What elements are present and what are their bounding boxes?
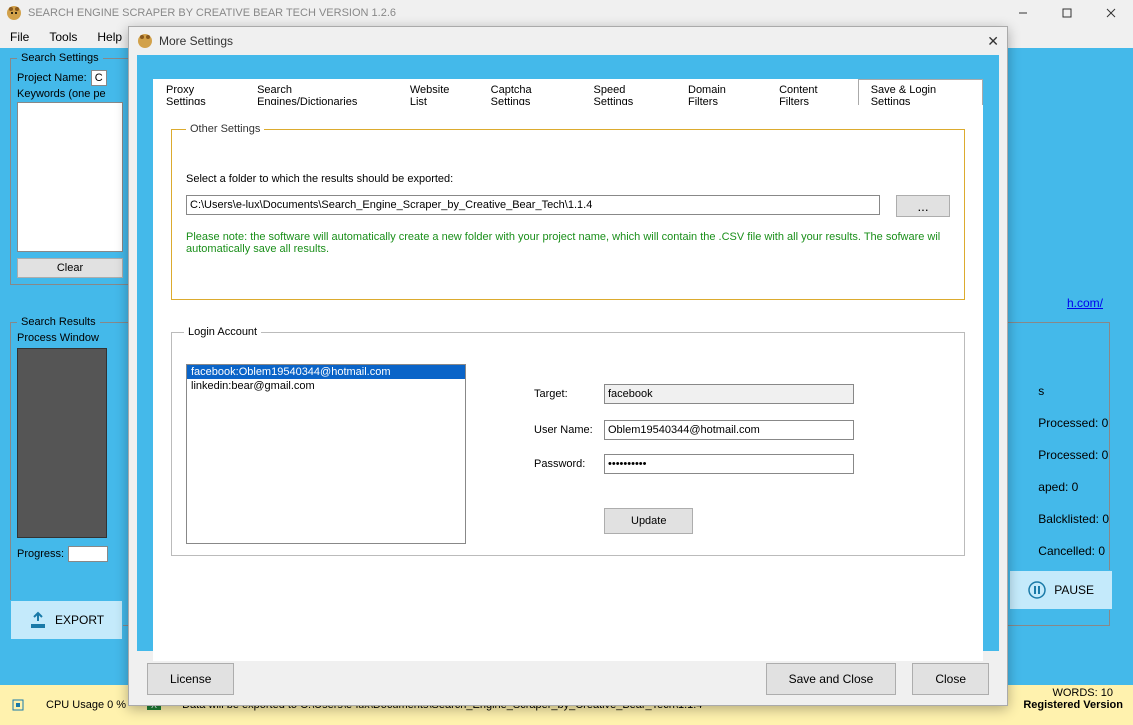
other-settings-fieldset: Other Settings Select a folder to which … (171, 123, 965, 300)
stat-cancelled: Cancelled: 0 (1038, 544, 1109, 558)
tab-engines[interactable]: Search Engines/Dictionaries (244, 79, 397, 105)
pause-icon (1028, 581, 1046, 599)
minimize-button[interactable] (1001, 0, 1045, 26)
export-icon (29, 611, 47, 629)
target-input (604, 384, 854, 404)
search-settings-legend: Search Settings (17, 52, 103, 64)
login-account-fieldset: Login Account facebook:Oblem19540344@hot… (171, 326, 965, 556)
tab-website[interactable]: Website List (397, 79, 478, 105)
export-folder-prompt: Select a folder to which the results sho… (186, 173, 950, 185)
username-input[interactable] (604, 420, 854, 440)
tab-captcha[interactable]: Captcha Settings (478, 79, 581, 105)
close-button[interactable] (1089, 0, 1133, 26)
search-results-legend: Search Results (17, 316, 100, 328)
stat-blacklisted: Balcklisted: 0 (1038, 512, 1109, 526)
project-name-label: Project Name: (17, 72, 87, 84)
main-titlebar: SEARCH ENGINE SCRAPER BY CREATIVE BEAR T… (0, 0, 1133, 26)
menu-tools[interactable]: Tools (49, 30, 77, 44)
export-note: Please note: the software will automatic… (186, 231, 950, 255)
keywords-count: WORDS: 10 (1052, 687, 1113, 699)
keywords-label: Keywords (one pe (17, 88, 106, 100)
tab-proxy[interactable]: Proxy Settings (153, 79, 244, 105)
username-label: User Name: (534, 424, 604, 436)
progress-label: Progress: (17, 548, 64, 560)
menu-help[interactable]: Help (97, 30, 122, 44)
export-button[interactable]: EXPORT (10, 600, 123, 640)
stats-heading: s (1038, 384, 1109, 398)
more-settings-dialog: More Settings ✕ Proxy Settings Search En… (128, 26, 1008, 706)
tab-domain[interactable]: Domain Filters (675, 79, 766, 105)
website-link[interactable]: h.com/ (1067, 296, 1103, 310)
tab-content[interactable]: Content Filters (766, 79, 858, 105)
stats-panel: s Processed: 0 Processed: 0 aped: 0 Balc… (1038, 366, 1109, 576)
dialog-close-icon[interactable]: ✕ (987, 33, 999, 50)
stat-processed-a: Processed: 0 (1038, 416, 1109, 430)
target-label: Target: (534, 388, 604, 400)
search-settings-fieldset: Search Settings Project Name: Keywords (… (10, 52, 130, 285)
registered-label: Registered Version (1023, 699, 1123, 711)
stat-processed-b: Processed: 0 (1038, 448, 1109, 462)
app-icon (6, 5, 22, 21)
export-folder-input[interactable] (186, 195, 880, 215)
dialog-icon (137, 33, 153, 49)
pause-button[interactable]: PAUSE (1009, 570, 1113, 610)
dialog-title: More Settings (159, 34, 233, 48)
clear-button[interactable]: Clear (17, 258, 123, 278)
list-item[interactable]: facebook:Oblem19540344@hotmail.com (187, 365, 465, 379)
project-name-input[interactable] (91, 70, 107, 86)
password-label: Password: (534, 458, 604, 470)
menu-file[interactable]: File (10, 30, 29, 44)
tabstrip: Proxy Settings Search Engines/Dictionari… (153, 79, 983, 105)
list-item[interactable]: linkedin:bear@gmail.com (187, 379, 465, 393)
progress-field (68, 546, 108, 562)
cpu-icon (10, 697, 26, 713)
stat-scraped: aped: 0 (1038, 480, 1109, 494)
login-account-legend: Login Account (184, 326, 261, 338)
other-settings-legend: Other Settings (186, 123, 264, 135)
license-button[interactable]: License (147, 663, 234, 695)
app-title: SEARCH ENGINE SCRAPER BY CREATIVE BEAR T… (28, 7, 396, 19)
update-button[interactable]: Update (604, 508, 693, 534)
maximize-button[interactable] (1045, 0, 1089, 26)
close-button[interactable]: Close (912, 663, 989, 695)
account-listbox[interactable]: facebook:Oblem19540344@hotmail.com linke… (186, 364, 466, 544)
cpu-usage-label: CPU Usage 0 % (46, 699, 126, 711)
password-input[interactable] (604, 454, 854, 474)
tab-save-login[interactable]: Save & Login Settings (858, 79, 983, 105)
tab-speed[interactable]: Speed Settings (581, 79, 675, 105)
keywords-listbox[interactable] (17, 102, 123, 252)
browse-button[interactable]: ... (896, 195, 950, 217)
save-and-close-button[interactable]: Save and Close (766, 663, 897, 695)
process-window (17, 348, 107, 538)
